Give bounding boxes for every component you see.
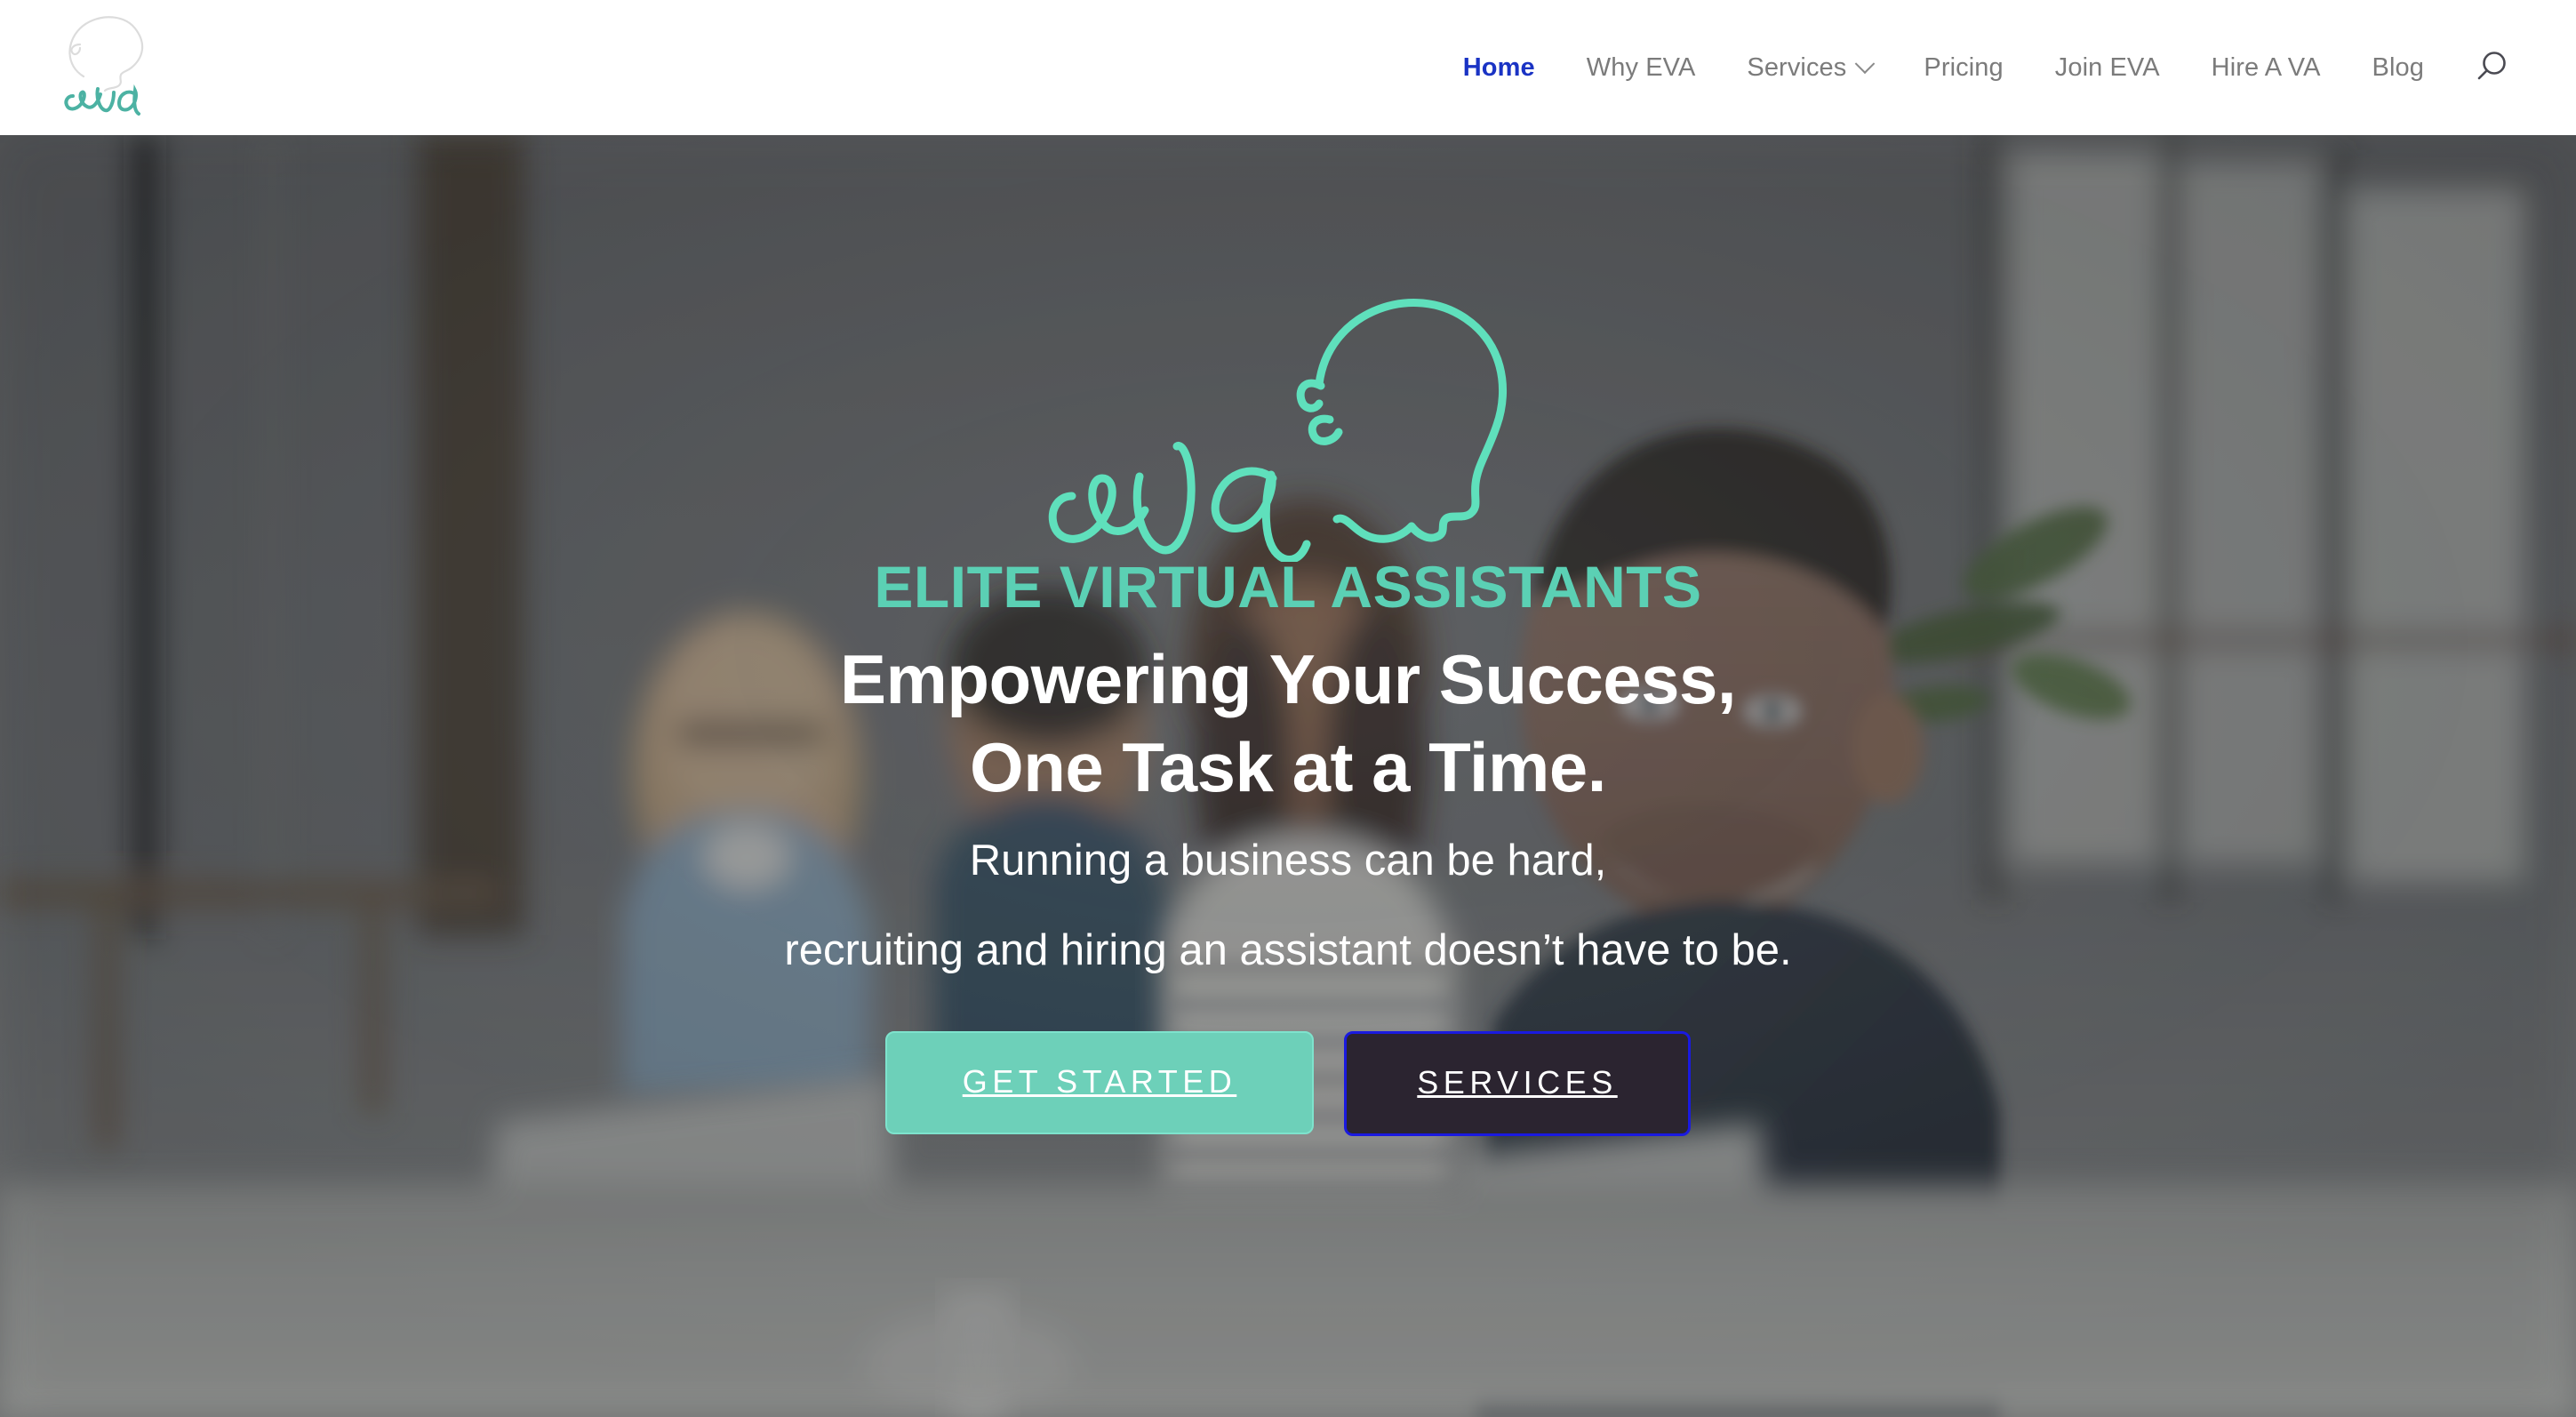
main-navigation: Home Why EVA Services Pricing Join EVA H… <box>1437 0 2523 135</box>
subtitle-line-2: recruiting and hiring an assistant doesn… <box>784 926 1792 975</box>
nav-hire-a-va[interactable]: Hire A VA <box>2186 53 2347 83</box>
hero-section: ELITE VIRTUAL ASSISTANTS Empowering Your… <box>0 135 2576 1417</box>
eva-head-logo <box>1048 299 1508 562</box>
nav-pricing[interactable]: Pricing <box>1898 53 2028 83</box>
services-button[interactable]: SERVICES <box>1344 1031 1691 1137</box>
nav-home-label: Home <box>1462 52 1535 82</box>
hero-cta-group: GET STARTED SERVICES <box>885 1031 1691 1137</box>
search-button[interactable] <box>2459 36 2523 100</box>
nav-blog[interactable]: Blog <box>2347 53 2450 83</box>
chevron-down-icon <box>1855 53 1876 75</box>
get-started-button[interactable]: GET STARTED <box>885 1031 1314 1135</box>
eva-logo[interactable] <box>50 4 165 128</box>
hero-subtitle: Running a business can be hard, recruiti… <box>784 839 1791 973</box>
site-header: Home Why EVA Services Pricing Join EVA H… <box>0 0 2576 135</box>
nav-services-label: Services <box>1747 52 1847 82</box>
search-icon <box>2477 52 2506 80</box>
headline-line-2: One Task at a Time. <box>970 728 1606 807</box>
hero-content: ELITE VIRTUAL ASSISTANTS Empowering Your… <box>0 135 2576 1417</box>
nav-blog-label: Blog <box>2372 52 2424 82</box>
nav-why-eva[interactable]: Why EVA <box>1561 53 1722 83</box>
nav-join-eva[interactable]: Join EVA <box>2029 53 2186 83</box>
nav-join-eva-label: Join EVA <box>2054 52 2160 82</box>
nav-hire-a-va-label: Hire A VA <box>2211 52 2321 82</box>
nav-pricing-label: Pricing <box>1924 52 2004 82</box>
subtitle-line-1: Running a business can be hard, <box>969 837 1607 885</box>
nav-home[interactable]: Home <box>1437 53 1561 83</box>
nav-services[interactable]: Services <box>1721 53 1898 83</box>
headline-line-1: Empowering Your Success, <box>839 639 1737 718</box>
hero-eyebrow: ELITE VIRTUAL ASSISTANTS <box>874 554 1702 620</box>
nav-why-eva-label: Why EVA <box>1586 52 1696 82</box>
page-title: Empowering Your Success, One Task at a T… <box>839 636 1737 813</box>
